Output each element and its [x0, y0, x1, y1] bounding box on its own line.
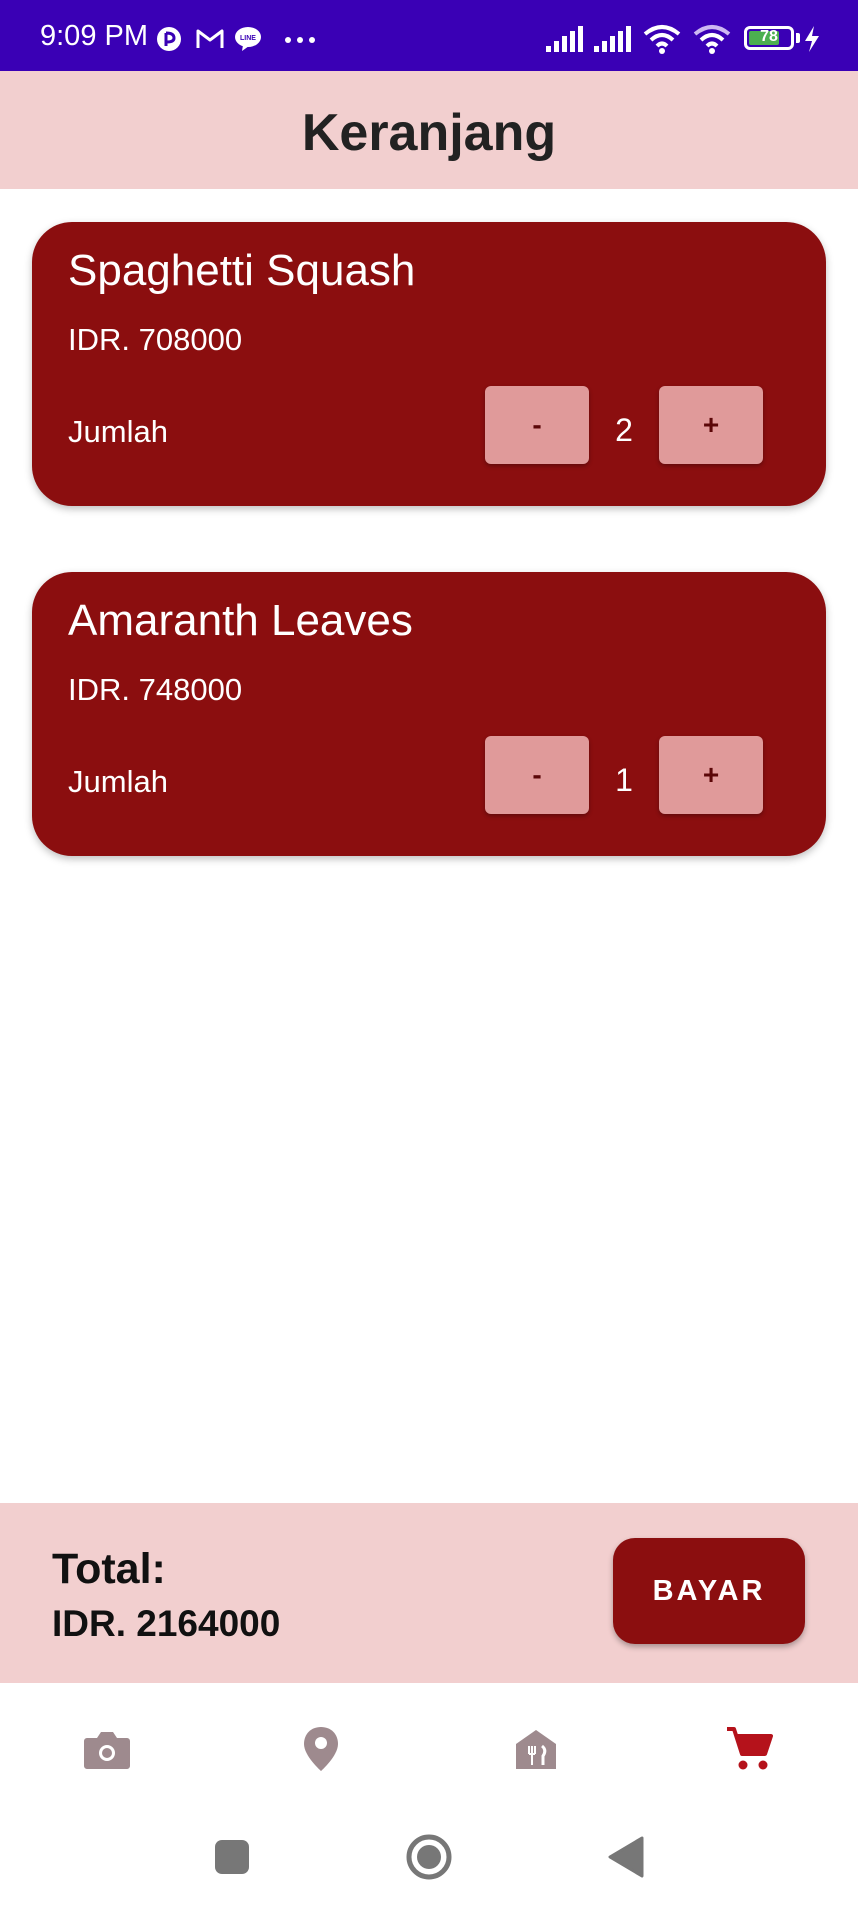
- app-header: Keranjang: [0, 71, 858, 189]
- recent-apps-button[interactable]: [204, 1829, 260, 1885]
- line-icon: LINE: [235, 27, 261, 51]
- increase-quantity-button[interactable]: +: [659, 736, 763, 814]
- total-value: IDR. 2164000: [52, 1603, 281, 1644]
- more-dots-icon: [285, 37, 315, 43]
- battery-icon: 78: [744, 26, 794, 50]
- pay-button[interactable]: BAYAR: [613, 1538, 805, 1644]
- wifi-icon: [643, 25, 681, 54]
- cart-item: Amaranth Leaves IDR. 748000 Jumlah - 1 +: [32, 572, 826, 856]
- decrease-quantity-button[interactable]: -: [485, 386, 589, 464]
- nav-item-restaurant[interactable]: [506, 1719, 566, 1779]
- charging-icon: [805, 26, 819, 52]
- quantity-value: 1: [615, 762, 633, 798]
- item-price: IDR. 708000: [68, 322, 243, 357]
- page-title: Keranjang: [301, 104, 557, 162]
- increase-quantity-button[interactable]: +: [659, 386, 763, 464]
- battery-level: 78: [760, 28, 778, 45]
- system-nav: [0, 1803, 858, 1907]
- pinterest-like-icon: [157, 27, 181, 51]
- quantity-value: 2: [615, 412, 633, 448]
- nav-item-camera[interactable]: [77, 1719, 137, 1779]
- item-name: Spaghetti Squash: [68, 246, 416, 295]
- svg-text:LINE: LINE: [240, 35, 256, 42]
- quantity-label: Jumlah: [68, 414, 168, 449]
- total-label: Total:: [52, 1545, 166, 1593]
- wifi-icon: [693, 25, 731, 54]
- quantity-label: Jumlah: [68, 764, 168, 799]
- decrease-quantity-button[interactable]: -: [485, 736, 589, 814]
- signal-icon: [546, 26, 583, 52]
- item-name: Amaranth Leaves: [68, 596, 413, 645]
- signal-icon: [594, 26, 631, 52]
- total-bar: Total: IDR. 2164000 BAYAR: [0, 1503, 858, 1683]
- cart-icon: [727, 1727, 773, 1770]
- back-triangle-icon: [608, 1836, 644, 1878]
- nav-item-cart[interactable]: [719, 1719, 779, 1779]
- home-button[interactable]: [401, 1829, 457, 1885]
- camera-icon: [84, 1732, 130, 1769]
- back-button[interactable]: [598, 1829, 654, 1885]
- item-price: IDR. 748000: [68, 672, 243, 707]
- battery-nub: [796, 33, 800, 43]
- home-circle-icon: [406, 1834, 452, 1880]
- nav-item-location[interactable]: [291, 1719, 351, 1779]
- square-icon: [215, 1840, 249, 1874]
- bottom-nav: [0, 1683, 858, 1803]
- restaurant-icon: [516, 1730, 556, 1769]
- status-bar: 9:09 PM LINE 78: [0, 0, 858, 71]
- gmail-icon: [196, 29, 224, 48]
- location-pin-icon: [304, 1727, 338, 1771]
- status-time: 9:09 PM: [40, 20, 148, 52]
- cart-item: Spaghetti Squash IDR. 708000 Jumlah - 2 …: [32, 222, 826, 506]
